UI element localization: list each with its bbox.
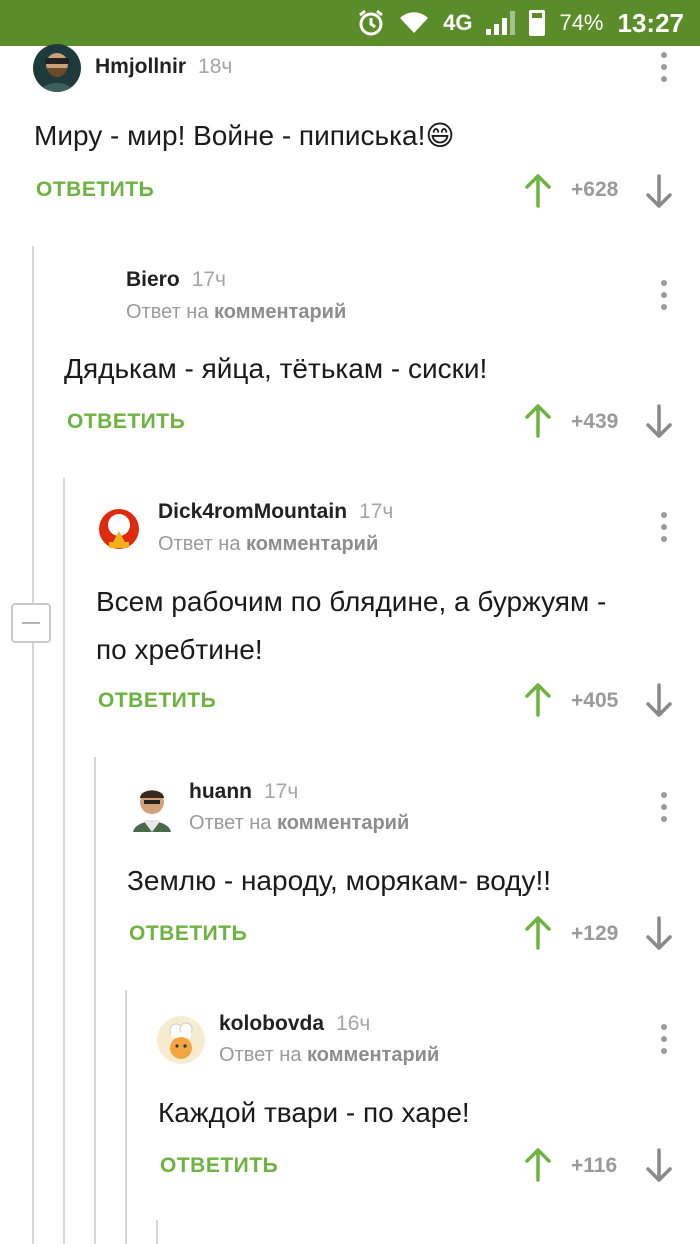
upvote-arrow-icon[interactable] [524, 1148, 552, 1182]
comment-text-line: Всем рабочим по блядине, а буржуям - [96, 586, 607, 617]
avatar[interactable] [129, 782, 175, 832]
downvote-arrow-icon[interactable] [645, 916, 673, 950]
more-options-icon[interactable] [660, 512, 668, 542]
username[interactable]: huann [189, 780, 252, 803]
reply-button[interactable]: ОТВЕТИТЬ [67, 410, 185, 434]
comment-time: 16ч [336, 1012, 371, 1035]
username[interactable]: Dick4romMountain [158, 500, 347, 523]
collapse-thread-button[interactable] [11, 603, 51, 643]
reply-prefix: Ответ на [126, 301, 209, 323]
upvote-arrow-icon[interactable] [524, 916, 552, 950]
comment-time: 17ч [264, 780, 299, 803]
more-options-icon[interactable] [660, 792, 668, 822]
reply-to-line: Ответ на комментарий [189, 812, 409, 835]
avatar[interactable] [33, 44, 81, 92]
username[interactable]: Hmjollnir [95, 55, 186, 78]
downvote-arrow-icon[interactable] [645, 404, 673, 438]
reply-to-link[interactable]: комментарий [307, 1044, 439, 1066]
comment-text: Дядькам - яйца, тётькам - сиски! [64, 353, 488, 384]
reply-to-link[interactable]: комментарий [214, 301, 346, 323]
more-options-icon[interactable] [660, 280, 668, 310]
reply-button[interactable]: ОТВЕТИТЬ [36, 178, 154, 202]
signal-icon [486, 11, 516, 35]
comment-text: Каждой твари - по харе! [158, 1097, 470, 1128]
reply-to-line: Ответ на комментарий [219, 1044, 439, 1067]
username[interactable]: kolobovda [219, 1012, 324, 1035]
network-type: 4G [443, 10, 473, 35]
comment-text: Миру - мир! Войне - пиписька!😄 [34, 112, 455, 160]
reply-button[interactable]: ОТВЕТИТЬ [98, 689, 216, 713]
comment: Hmjollnir 18ч Миру - мир! Войне - пиписьк… [0, 40, 700, 240]
more-options-icon[interactable] [660, 52, 668, 82]
more-options-icon[interactable] [660, 1024, 668, 1054]
battery-icon [529, 10, 546, 36]
comment: kolobovda 16ч Ответ на комментарий Каждой… [127, 1004, 700, 1204]
vote-count: +405 [571, 689, 619, 712]
reply-button[interactable]: ОТВЕТИТЬ [129, 922, 247, 946]
comment-time: 17ч [359, 500, 394, 523]
reply-prefix: Ответ на [219, 1044, 302, 1066]
vote-count: +129 [571, 922, 619, 945]
comment-text-line: по хребтине! [96, 634, 263, 665]
vote-count: +116 [571, 1154, 618, 1177]
comment-author[interactable]: Dick4romMountain 17ч [158, 500, 393, 524]
avatar[interactable] [157, 1016, 205, 1064]
reply-to-line: Ответ на комментарий [158, 533, 378, 556]
comment-time: 18ч [198, 55, 233, 78]
vote-count: +439 [571, 410, 619, 433]
reply-to-link[interactable]: комментарий [246, 533, 378, 555]
reply-prefix: Ответ на [158, 533, 241, 555]
username[interactable]: Biero [126, 268, 180, 291]
comment-author[interactable]: kolobovda 16ч [219, 1012, 370, 1036]
downvote-arrow-icon[interactable] [645, 174, 673, 208]
vote-count: +628 [571, 178, 619, 201]
reply-button[interactable]: ОТВЕТИТЬ [160, 1154, 278, 1178]
battery-level: 74% [559, 10, 604, 35]
upvote-arrow-icon[interactable] [524, 174, 552, 208]
comment-time: 17ч [191, 268, 226, 291]
reply-to-line: Ответ на комментарий [126, 301, 346, 324]
clock: 13:27 [617, 7, 685, 38]
comment-author[interactable]: Biero 17ч [126, 268, 226, 292]
comment-text: Землю - народу, морякам- воду!! [127, 865, 552, 896]
reply-to-link[interactable]: комментарий [277, 812, 409, 834]
wifi-icon [399, 11, 429, 35]
upvote-arrow-icon[interactable] [524, 404, 552, 438]
downvote-arrow-icon[interactable] [645, 683, 673, 717]
thread-line[interactable] [156, 1220, 158, 1244]
comment-author[interactable]: huann 17ч [189, 780, 298, 804]
comment-body: Миру - мир! Войне - пиписька! [34, 120, 426, 151]
grin-emoji-icon: 😄 [425, 120, 455, 151]
reply-prefix: Ответ на [189, 812, 272, 834]
minus-icon [22, 622, 40, 624]
comment: Dick4romMountain 17ч Ответ на комментарий… [65, 490, 700, 740]
downvote-arrow-icon[interactable] [645, 1148, 673, 1182]
comment-author[interactable]: Hmjollnir 18ч [95, 55, 232, 79]
comment-text: Всем рабочим по блядине, а буржуям - по … [96, 578, 606, 674]
comment: huann 17ч Ответ на комментарий Землю - на… [96, 772, 700, 972]
avatar[interactable] [98, 508, 140, 550]
alarm-icon [357, 9, 385, 37]
comment: Biero 17ч Ответ на комментарий Дядькам - … [34, 258, 700, 458]
upvote-arrow-icon[interactable] [524, 683, 552, 717]
